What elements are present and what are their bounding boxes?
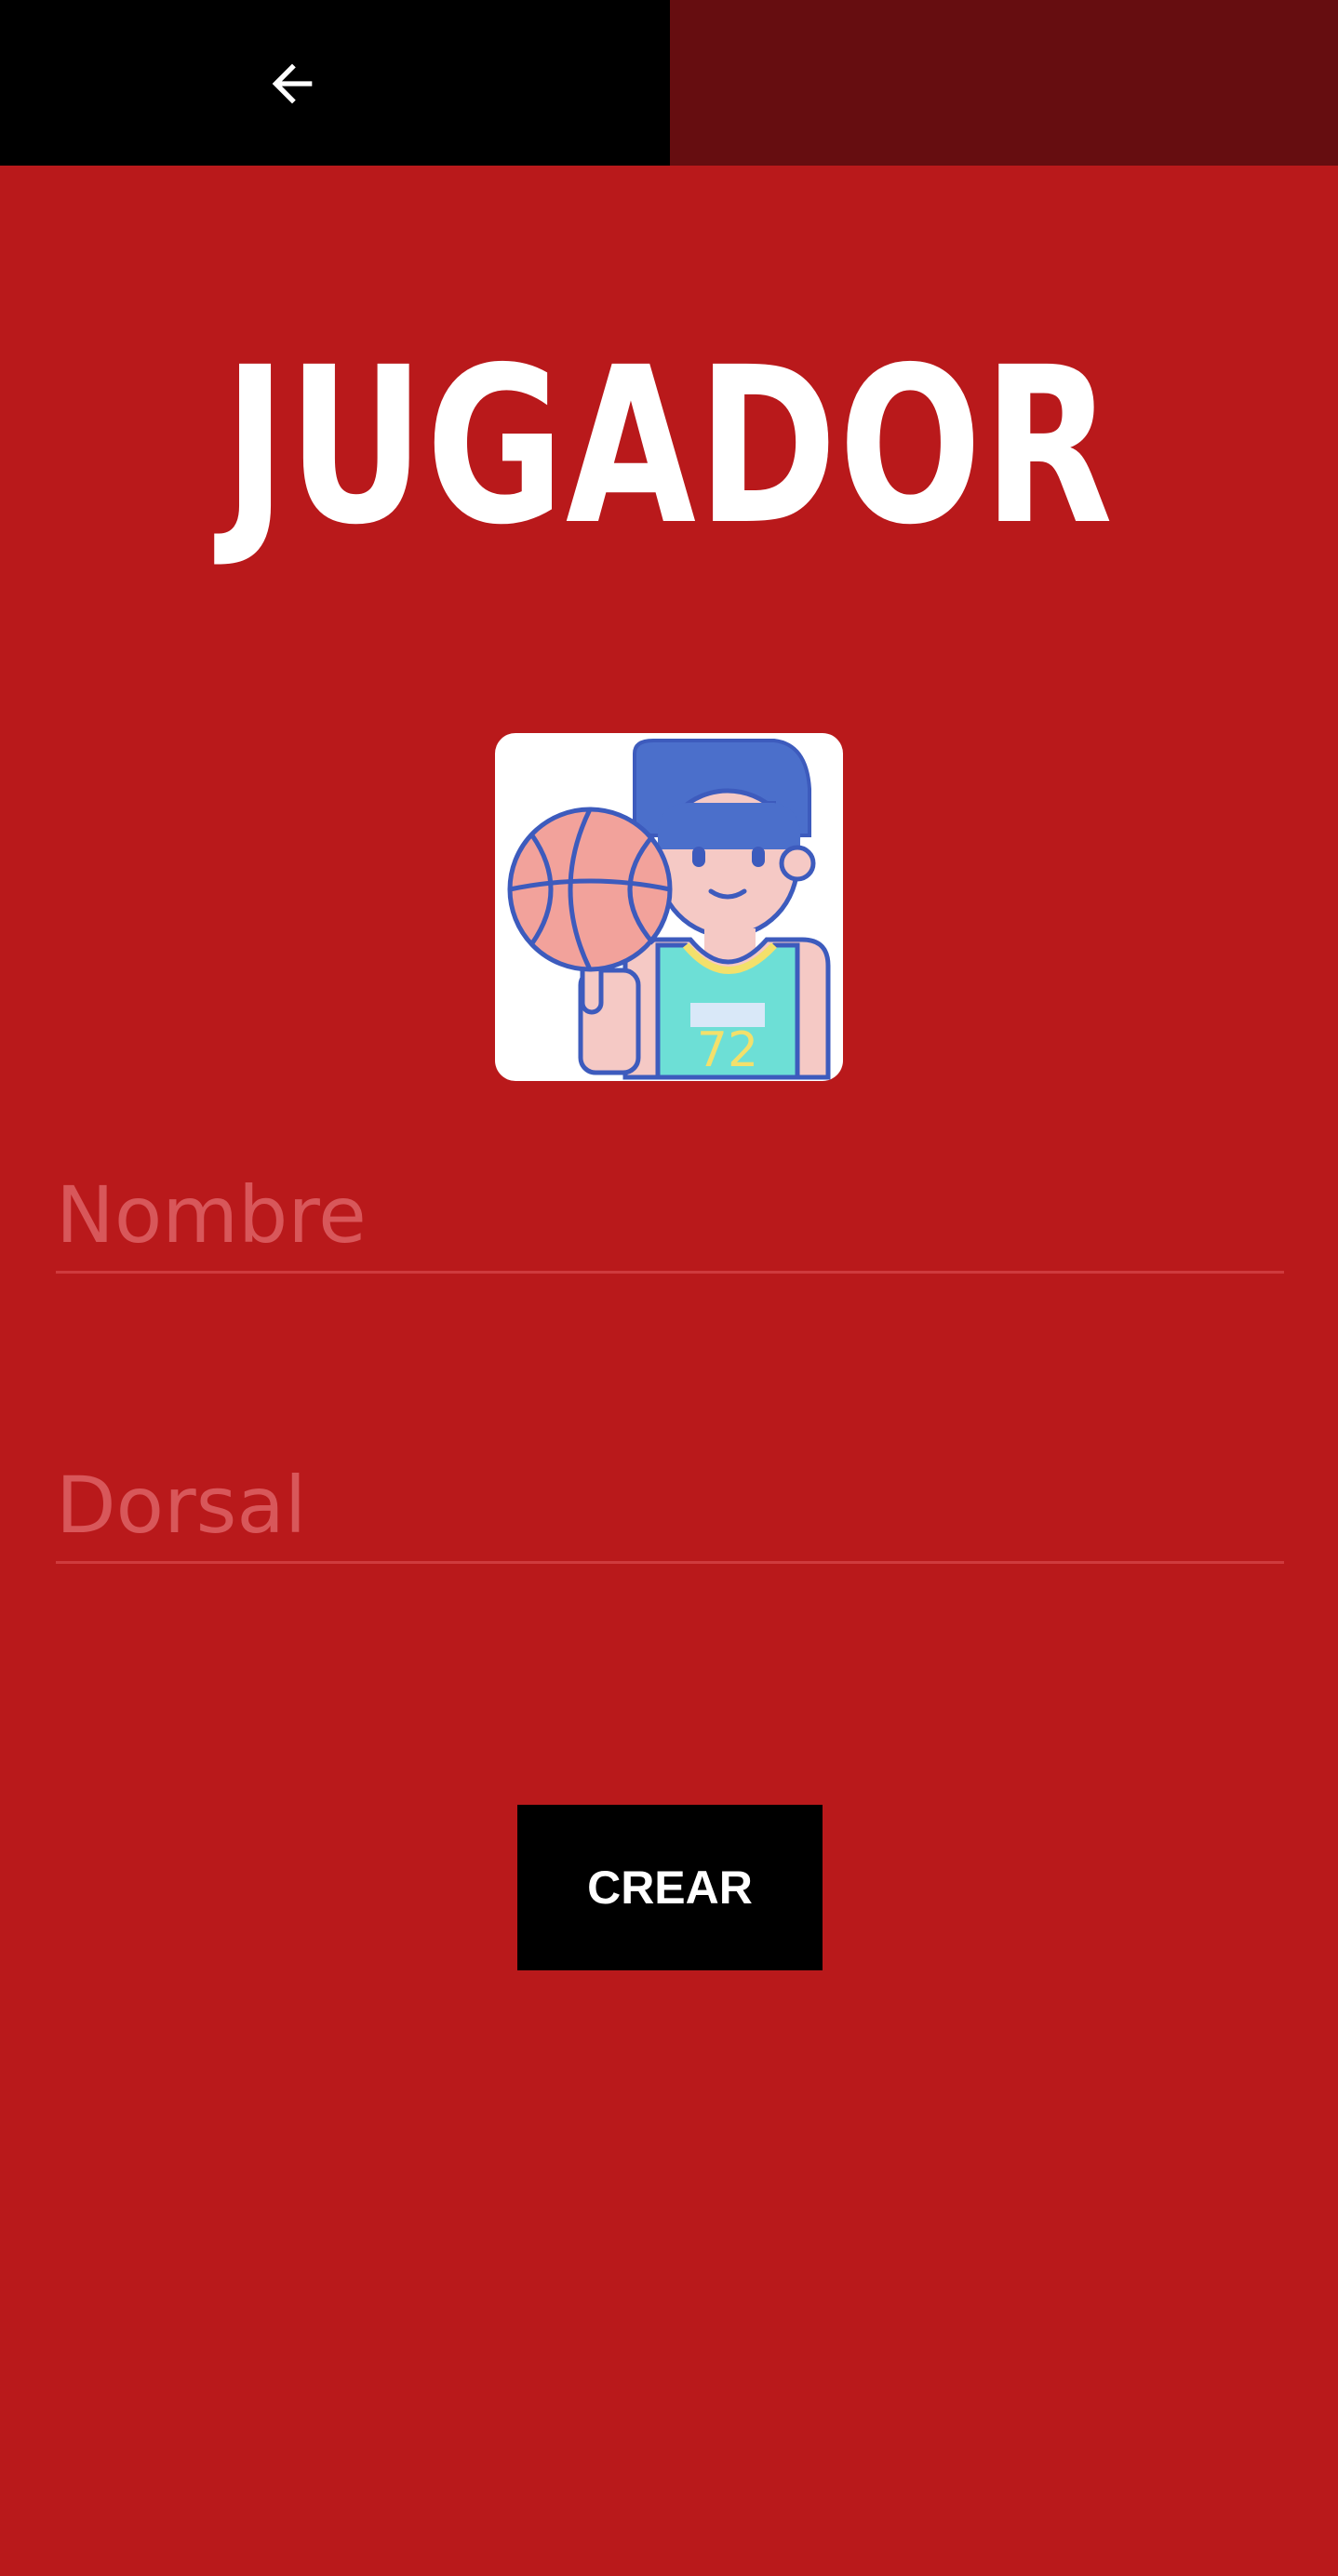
nombre-input[interactable]: [56, 1159, 1284, 1271]
dorsal-field: [56, 1449, 1284, 1564]
page-title: JUGADOR: [223, 321, 1115, 572]
nombre-field: [56, 1159, 1284, 1274]
arrow-left-icon: [272, 63, 313, 104]
back-button[interactable]: [248, 48, 337, 119]
basketball-player-icon: 72: [495, 733, 843, 1081]
jersey-number: 72: [697, 1022, 758, 1078]
nombre-underline: [56, 1271, 1284, 1274]
app-bar-right: [670, 0, 1338, 166]
dorsal-underline: [56, 1561, 1284, 1564]
dorsal-input[interactable]: [56, 1449, 1284, 1561]
app-bar: [0, 0, 1338, 166]
app-bar-left: [0, 0, 670, 166]
crear-button[interactable]: CREAR: [517, 1805, 823, 1970]
